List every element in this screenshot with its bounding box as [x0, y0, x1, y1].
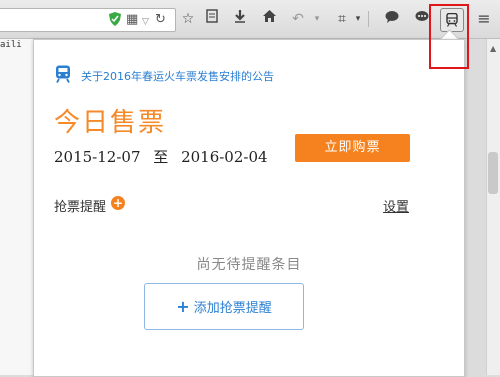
reload-icon[interactable]: ↻ — [155, 12, 166, 28]
date-end: 2016-02-04 — [181, 148, 268, 166]
shield-icon[interactable] — [109, 12, 121, 30]
page-scrollbar[interactable] — [486, 39, 500, 375]
ticket-popup-panel: 关于2016年春运火车票发售安排的公告 今日售票 2015-12-07 至 20… — [33, 39, 465, 377]
chat-bubble-icon[interactable] — [382, 9, 402, 29]
add-reminder-plus-icon[interactable]: + — [111, 196, 125, 210]
undo-icon[interactable]: ↶ — [288, 9, 308, 29]
reading-list-icon[interactable] — [202, 9, 222, 29]
page-title: 今日售票 — [54, 108, 167, 138]
reminder-label: 抢票提醒 — [54, 200, 107, 215]
browser-toolbar: ▦ ▽ ↻ ☆ ↶ ▾ ⌗ ▾ ≡ — [0, 0, 500, 39]
menu-icon[interactable]: ≡ — [474, 9, 494, 29]
dropdown-arrow-icon[interactable]: ▽ — [142, 14, 149, 30]
notice-link[interactable]: 关于2016年春运火车票发售安排的公告 — [81, 68, 274, 84]
star-icon[interactable]: ☆ — [178, 9, 198, 29]
page-fragment-text: aili — [0, 40, 22, 50]
undo-dropdown-icon[interactable]: ▾ — [307, 9, 327, 29]
date-range: 2015-12-07 至 2016-02-04 — [54, 146, 268, 167]
scroll-up-icon[interactable]: ▲ — [490, 44, 496, 53]
train-notice-icon — [56, 65, 70, 83]
date-start: 2015-12-07 — [54, 148, 141, 166]
add-reminder-label: 添加抢票提醒 — [193, 301, 272, 316]
highlight-box — [429, 4, 469, 69]
url-bar[interactable]: ▦ ▽ ↻ — [0, 8, 176, 32]
crop-dropdown-icon[interactable]: ▾ — [348, 9, 368, 29]
scroll-thumb[interactable] — [488, 152, 498, 194]
settings-link[interactable]: 设置 — [383, 196, 409, 215]
empty-state-text: 尚无待提醒条目 — [196, 257, 302, 273]
toolbar-separator — [368, 11, 369, 27]
add-reminder-button[interactable]: + 添加抢票提醒 — [144, 283, 304, 330]
home-icon[interactable] — [259, 9, 279, 29]
qr-code-icon[interactable]: ▦ — [126, 12, 138, 28]
buy-now-button[interactable]: 立即购票 — [295, 134, 410, 162]
download-icon[interactable] — [230, 9, 250, 29]
plus-icon: + — [176, 297, 190, 316]
date-separator: 至 — [153, 148, 169, 166]
